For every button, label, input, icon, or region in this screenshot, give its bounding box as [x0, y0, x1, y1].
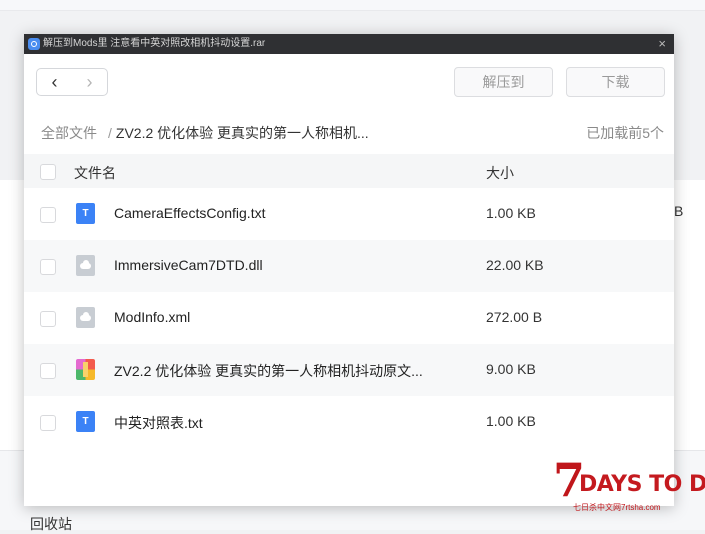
7-days-to-die-watermark-logo: 7 DAYS TO DIE 七日杀中文网7rtsha.com [553, 457, 705, 513]
column-header-size[interactable]: 大小 [486, 163, 514, 183]
row-checkbox[interactable] [40, 311, 56, 327]
file-size: 1.00 KB [486, 205, 536, 221]
archive-file-icon [76, 359, 95, 380]
file-name[interactable]: ModInfo.xml [114, 309, 190, 325]
file-name[interactable]: 中英对照表.txt [114, 413, 203, 433]
logo-subtext: 七日杀中文网7rtsha.com [573, 503, 661, 512]
file-size: 9.00 KB [486, 361, 536, 377]
file-size: 22.00 KB [486, 257, 544, 273]
file-name[interactable]: ImmersiveCam7DTD.dll [114, 257, 263, 273]
breadcrumb-current: ZV2.2 优化体验 更真实的第一人称相机... [115, 125, 369, 141]
row-checkbox[interactable] [40, 363, 56, 379]
recycle-bin-label[interactable]: 回收站 [30, 514, 72, 534]
file-row[interactable]: T 中英对照表.txt 1.00 KB [24, 396, 674, 448]
breadcrumb: 全部文件 / ZV2.2 优化体验 更真实的第一人称相机... [41, 123, 369, 143]
app-icon [28, 38, 40, 50]
row-checkbox[interactable] [40, 207, 56, 223]
file-size: 272.00 B [486, 309, 543, 325]
generic-file-icon [76, 307, 95, 328]
select-all-checkbox[interactable] [40, 164, 56, 180]
background-size-fragment: B [674, 203, 684, 219]
close-icon[interactable]: × [658, 34, 666, 54]
dialog-titlebar: 解压到Mods里 注意看中英对照改相机抖动设置.rar × [24, 34, 674, 54]
logo-text: DAYS TO DIE [579, 472, 705, 497]
row-checkbox[interactable] [40, 415, 56, 431]
background-top-bar [0, 0, 705, 11]
file-name[interactable]: ZV2.2 优化体验 更真实的第一人称相机抖动原文... [114, 361, 423, 381]
breadcrumb-root[interactable]: 全部文件 [41, 125, 97, 141]
file-list-header: 文件名 大小 [24, 154, 674, 188]
file-row[interactable]: ImmersiveCam7DTD.dll 22.00 KB [24, 240, 674, 292]
file-row[interactable]: T CameraEffectsConfig.txt 1.00 KB [24, 188, 674, 240]
column-header-name[interactable]: 文件名 [74, 163, 116, 183]
file-name[interactable]: CameraEffectsConfig.txt [114, 205, 265, 221]
archive-preview-dialog: 解压到Mods里 注意看中英对照改相机抖动设置.rar × ‹ › 解压到 下载… [24, 34, 674, 506]
extract-to-button[interactable]: 解压到 [454, 67, 553, 97]
file-size: 1.00 KB [486, 413, 536, 429]
back-button[interactable]: ‹ [37, 69, 72, 95]
row-checkbox[interactable] [40, 259, 56, 275]
dialog-title: 解压到Mods里 注意看中英对照改相机抖动设置.rar [43, 38, 266, 49]
forward-button[interactable]: › [72, 69, 107, 95]
breadcrumb-separator: / [108, 125, 112, 141]
txt-file-icon: T [76, 203, 95, 224]
navigation-buttons: ‹ › [36, 68, 108, 96]
generic-file-icon [76, 255, 95, 276]
file-row[interactable]: ZV2.2 优化体验 更真实的第一人称相机抖动原文... 9.00 KB [24, 344, 674, 396]
download-button[interactable]: 下载 [566, 67, 665, 97]
loaded-count-label: 已加载前5个 [586, 125, 664, 141]
file-row[interactable]: ModInfo.xml 272.00 B [24, 292, 674, 344]
txt-file-icon: T [76, 411, 95, 432]
